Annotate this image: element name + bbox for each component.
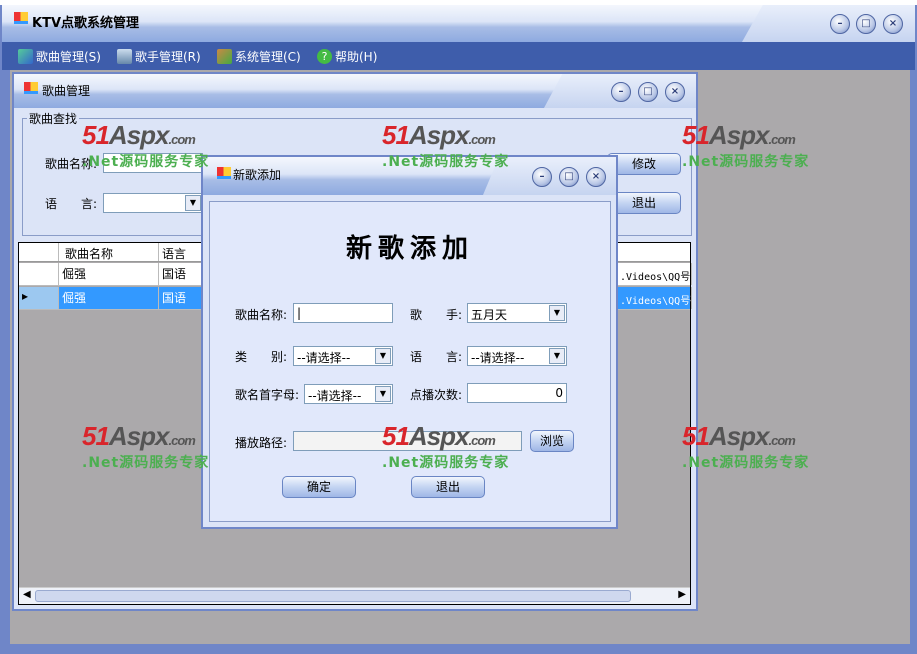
- menu-bar: 歌曲管理(S) 歌手管理(R) 系统管理(C) ? 帮助(H): [2, 42, 915, 70]
- chevron-down-icon: ▼: [549, 305, 565, 321]
- dialog-title-bar: 新歌添加 – □ ×: [203, 157, 616, 195]
- edit-button[interactable]: 修改: [607, 153, 681, 175]
- scrollbar-thumb[interactable]: [35, 590, 631, 602]
- minimize-button[interactable]: –: [830, 14, 850, 34]
- exit-button[interactable]: 退出: [607, 192, 681, 214]
- scroll-right-icon[interactable]: ▶: [678, 589, 686, 600]
- song-manager-title: 歌曲管理: [42, 84, 91, 98]
- search-group-label: 歌曲查找: [27, 110, 80, 127]
- child-minimize-button[interactable]: –: [611, 82, 631, 102]
- language-value: --请选择--: [471, 351, 525, 365]
- menu-label: 歌手管理(R): [135, 50, 201, 64]
- search-name-input[interactable]: [103, 153, 203, 173]
- music-icon: [18, 49, 33, 64]
- maximize-button[interactable]: □: [856, 14, 876, 34]
- language-label: 语 言:: [410, 350, 463, 364]
- chevron-down-icon: ▼: [375, 348, 391, 364]
- path-label: 播放路径:: [235, 436, 288, 450]
- dialog-title: 新歌添加: [233, 168, 282, 182]
- horizontal-scrollbar[interactable]: ◀ ▶: [19, 587, 690, 604]
- menu-label: 帮助(H): [335, 50, 378, 64]
- play-count-input[interactable]: 0: [467, 383, 567, 403]
- name-label: 歌曲名称:: [45, 157, 98, 171]
- dialog-exit-button[interactable]: 退出: [411, 476, 485, 498]
- child-close-button[interactable]: ×: [665, 82, 685, 102]
- cell-path: .Videos\QQ号码: [617, 287, 692, 309]
- menu-system-management[interactable]: 系统管理(C): [217, 48, 301, 65]
- song-name-input[interactable]: |: [293, 303, 393, 323]
- child-maximize-button[interactable]: □: [638, 82, 658, 102]
- category-value: --请选择--: [297, 351, 351, 365]
- chevron-down-icon: ▼: [549, 348, 565, 364]
- scroll-left-icon[interactable]: ◀: [23, 589, 31, 600]
- initial-select[interactable]: --请选择-- ▼: [304, 384, 393, 404]
- singer-value: 五月天: [471, 308, 508, 322]
- initial-label: 歌名首字母:: [235, 388, 300, 402]
- column-header-name[interactable]: 歌曲名称: [59, 243, 159, 261]
- add-song-dialog: 新歌添加 – □ × 新歌添加 歌曲名称: | 歌 手: 五月天 ▼ 类 别: -…: [201, 155, 618, 529]
- main-title-bar: KTV点歌系统管理 – □ ×: [2, 5, 915, 42]
- monitor-icon: [117, 49, 132, 64]
- chevron-down-icon: ▼: [375, 386, 391, 402]
- menu-help[interactable]: ? 帮助(H): [317, 48, 377, 65]
- row-pointer-icon: ▸: [19, 287, 59, 309]
- browse-button[interactable]: 浏览: [530, 430, 574, 452]
- dialog-panel: 新歌添加 歌曲名称: | 歌 手: 五月天 ▼ 类 别: --请选择-- ▼ 语 言…: [209, 201, 611, 522]
- category-label: 类 别:: [235, 350, 288, 364]
- play-count-label: 点播次数:: [410, 388, 463, 402]
- help-icon: ?: [317, 49, 332, 64]
- menu-label: 歌曲管理(S): [36, 50, 101, 64]
- cell-name: 倔强: [59, 287, 159, 309]
- ok-button[interactable]: 确定: [282, 476, 356, 498]
- dialog-close-button[interactable]: ×: [586, 167, 606, 187]
- singer-label: 歌 手:: [410, 308, 463, 322]
- path-input[interactable]: [293, 431, 522, 451]
- main-window-title: KTV点歌系统管理: [32, 16, 140, 31]
- dialog-maximize-button[interactable]: □: [559, 167, 579, 187]
- menu-singer-management[interactable]: 歌手管理(R): [117, 48, 201, 65]
- cell-name: 倔强: [59, 263, 159, 285]
- users-icon: [217, 49, 232, 64]
- song-name-label: 歌曲名称:: [235, 308, 288, 322]
- language-label: 语 言:: [45, 197, 98, 211]
- category-select[interactable]: --请选择-- ▼: [293, 346, 393, 366]
- chevron-down-icon: ▼: [185, 195, 201, 211]
- app-icon: [14, 12, 28, 24]
- search-language-select[interactable]: ▼: [103, 193, 203, 213]
- cell-path: .Videos\QQ号码: [617, 263, 692, 285]
- singer-select[interactable]: 五月天 ▼: [467, 303, 567, 323]
- dialog-heading: 新歌添加: [345, 234, 474, 264]
- window-icon: [24, 82, 38, 94]
- menu-label: 系统管理(C): [235, 50, 301, 64]
- menu-song-management[interactable]: 歌曲管理(S): [18, 48, 101, 65]
- language-select[interactable]: --请选择-- ▼: [467, 346, 567, 366]
- dialog-icon: [217, 167, 231, 179]
- dialog-minimize-button[interactable]: –: [532, 167, 552, 187]
- initial-value: --请选择--: [308, 389, 362, 403]
- close-button[interactable]: ×: [883, 14, 903, 34]
- song-manager-title-bar: 歌曲管理 – □ ×: [14, 74, 696, 108]
